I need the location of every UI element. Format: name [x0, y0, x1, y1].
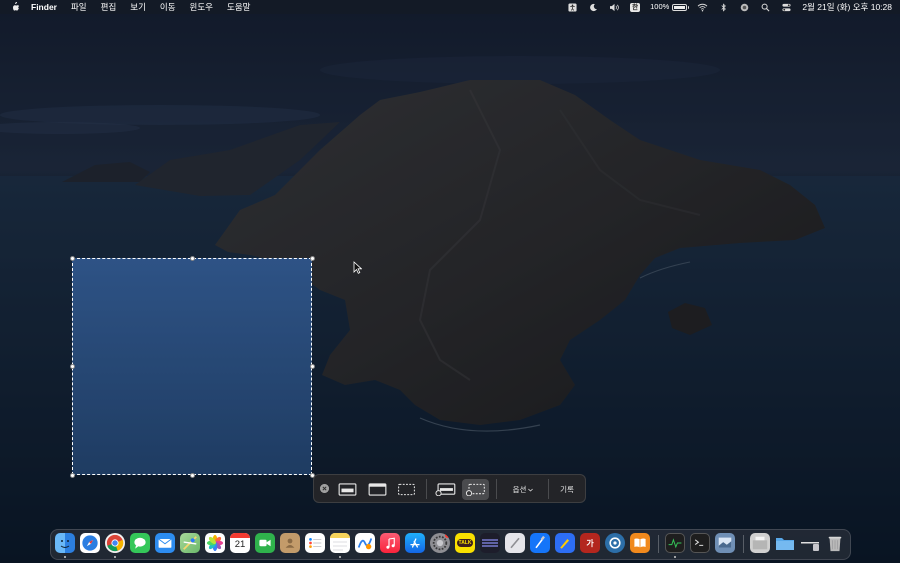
music-icon[interactable] [380, 533, 400, 553]
record-label: 기록 [560, 485, 574, 494]
notes-icon[interactable] [330, 533, 350, 553]
script-editor-icon[interactable] [505, 533, 525, 553]
selection-icon [397, 483, 415, 496]
control-center-icon[interactable] [781, 2, 792, 13]
menu-edit[interactable]: 편집 [101, 0, 117, 14]
menu-file[interactable]: 파일 [71, 0, 87, 14]
pen-app-icon[interactable] [555, 533, 575, 553]
running-indicator [674, 556, 676, 558]
menu-window[interactable]: 윈도우 [190, 0, 213, 14]
calendar-date: 21 [234, 539, 246, 550]
input-method-badge[interactable]: 한 [630, 2, 641, 12]
app-store-icon[interactable] [405, 533, 425, 553]
menu-bar: Finder 파일 편집 보기 이동 윈도우 도움말 한 100% 2월 21일… [0, 0, 900, 14]
folder-stack-icon[interactable] [775, 533, 795, 553]
selection-handle-top-left[interactable] [69, 255, 75, 261]
documents-stack-icon[interactable] [800, 533, 820, 553]
chevron-down-icon [528, 488, 534, 492]
contacts-icon[interactable] [280, 533, 300, 553]
dock: 21 TALK 가 [50, 529, 851, 560]
maps-icon[interactable] [180, 533, 200, 553]
activity-monitor-icon[interactable] [665, 533, 685, 553]
menu-view[interactable]: 보기 [130, 0, 146, 14]
mail-icon[interactable] [155, 533, 175, 553]
record-screen-icon [434, 483, 455, 496]
selection-handle-middle-left[interactable] [69, 364, 75, 369]
battery-percent: 100% [650, 2, 670, 11]
airdrop-icon[interactable] [739, 2, 750, 13]
dock-divider [658, 535, 659, 553]
capture-window-button[interactable] [366, 480, 388, 499]
toolbar-divider [496, 479, 497, 499]
selection-handle-top-center[interactable] [189, 255, 195, 261]
running-indicator [339, 556, 341, 558]
chrome-icon[interactable] [105, 533, 125, 553]
safari-icon[interactable] [80, 533, 100, 553]
moon-icon[interactable] [588, 2, 599, 13]
entire-screen-icon [338, 483, 356, 496]
linear-icon[interactable] [480, 533, 500, 553]
xcode-icon[interactable] [530, 533, 550, 553]
menu-help[interactable]: 도움말 [227, 0, 250, 14]
screenshot-toolbar: 옵션 기록 [313, 474, 586, 503]
capture-selection-button[interactable] [395, 480, 417, 499]
kakaotalk-label: TALK [457, 539, 473, 547]
selection-handle-bottom-left[interactable] [69, 472, 75, 478]
messages-icon[interactable] [130, 533, 150, 553]
battery-icon [672, 3, 690, 11]
terminal-icon[interactable] [690, 533, 710, 553]
running-indicator [114, 556, 116, 558]
close-icon [320, 484, 329, 493]
kakaotalk-icon[interactable]: TALK [455, 533, 475, 553]
calendar-icon[interactable]: 21 [230, 533, 250, 553]
dock-divider [743, 535, 744, 553]
record-button[interactable]: 기록 [553, 480, 581, 499]
record-selection-button[interactable] [462, 479, 489, 500]
selection-handle-top-right[interactable] [309, 255, 315, 261]
toolbar-divider [548, 479, 549, 499]
freeform-icon[interactable] [355, 533, 375, 553]
accessibility-icon[interactable] [567, 2, 578, 13]
record-selection-icon [465, 483, 485, 496]
reminders-icon[interactable] [305, 533, 325, 553]
search-icon[interactable] [760, 2, 771, 13]
dictionary-icon[interactable]: 가 [580, 533, 600, 553]
volume-icon[interactable] [609, 2, 620, 13]
record-entire-screen-button[interactable] [433, 480, 457, 499]
menu-clock[interactable]: 2월 21일 (화) 오후 10:28 [802, 0, 892, 14]
dictionary-label: 가 [586, 538, 594, 548]
selection-handle-middle-right[interactable] [309, 364, 315, 369]
proxyman-icon[interactable] [605, 533, 625, 553]
close-toolbar-button[interactable] [320, 484, 329, 493]
photos-icon[interactable] [205, 533, 225, 553]
facetime-icon[interactable] [255, 533, 275, 553]
menu-app-name[interactable]: Finder [31, 0, 57, 14]
menu-go[interactable]: 이동 [160, 0, 176, 14]
apple-logo-icon[interactable] [10, 2, 20, 12]
finder-icon[interactable] [55, 533, 75, 553]
books-icon[interactable] [630, 533, 650, 553]
running-indicator [64, 556, 66, 558]
wifi-icon[interactable] [697, 2, 708, 13]
bluetooth-icon[interactable] [718, 2, 729, 13]
options-menu-button[interactable]: 옵션 [506, 480, 540, 499]
preview-icon[interactable] [715, 533, 735, 553]
mouse-pointer-icon [353, 261, 362, 274]
options-label: 옵션 [512, 485, 527, 494]
capture-selection-rectangle[interactable] [72, 258, 312, 475]
downloads-stack-icon[interactable] [750, 533, 770, 553]
selection-handle-bottom-center[interactable] [189, 472, 195, 478]
window-icon [368, 483, 386, 496]
trash-icon[interactable] [825, 533, 845, 553]
capture-entire-screen-button[interactable] [336, 480, 358, 499]
battery-status[interactable]: 100% [650, 0, 690, 14]
toolbar-divider [426, 479, 427, 499]
system-preferences-icon[interactable] [430, 533, 450, 553]
